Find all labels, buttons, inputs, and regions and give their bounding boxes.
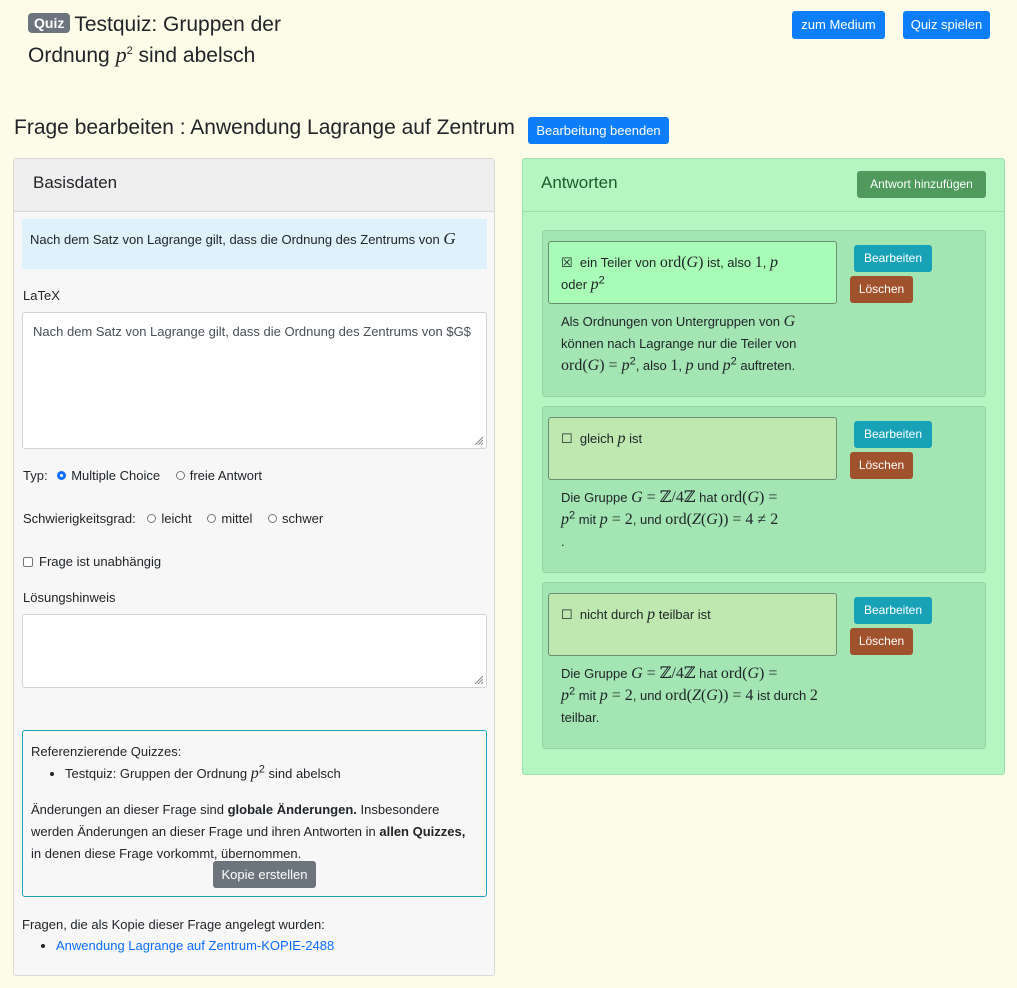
radio-icon[interactable] bbox=[175, 471, 185, 480]
type-multiple-choice[interactable]: Multiple Choice bbox=[57, 468, 160, 483]
edit-answer-button[interactable]: Bearbeiten bbox=[854, 597, 932, 624]
difficulty-row: Schwierigkeitsgrad: leicht mittel schwer bbox=[23, 511, 323, 526]
answer-item: ☐ gleich p ist Bearbeiten Löschen Die Gr… bbox=[542, 406, 986, 573]
type-free-answer[interactable]: freie Antwort bbox=[175, 468, 262, 483]
resize-handle-icon[interactable] bbox=[473, 674, 483, 684]
difficulty-easy[interactable]: leicht bbox=[147, 511, 192, 526]
radio-icon[interactable] bbox=[268, 514, 278, 523]
end-editing-button[interactable]: Bearbeitung beenden bbox=[528, 117, 669, 144]
radio-selected-icon[interactable] bbox=[57, 471, 67, 480]
question-preview: Nach dem Satz von Lagrange gilt, dass di… bbox=[22, 219, 487, 269]
type-label: Typ: bbox=[23, 468, 48, 483]
checked-box-icon: ☒ bbox=[561, 255, 573, 270]
basisdaten-header: Basisdaten bbox=[14, 159, 494, 212]
answer-explanation: Als Ordnungen von Untergruppen von G kön… bbox=[561, 313, 797, 374]
delete-answer-button[interactable]: Löschen bbox=[850, 452, 913, 479]
answer-text: ☐ gleich p ist bbox=[548, 417, 837, 480]
answers-heading: Antworten bbox=[541, 173, 618, 192]
answers-card: Antworten Antwort hinzufügen ☒ ein Teile… bbox=[522, 158, 1005, 775]
difficulty-medium[interactable]: mittel bbox=[207, 511, 252, 526]
copies-section: Fragen, die als Kopie dieser Frage angel… bbox=[22, 914, 482, 956]
add-answer-button[interactable]: Antwort hinzufügen bbox=[857, 171, 986, 198]
unchecked-box-icon: ☐ bbox=[561, 607, 573, 622]
edit-answer-button[interactable]: Bearbeiten bbox=[854, 245, 932, 272]
copy-question-link[interactable]: Anwendung Lagrange auf Zentrum-KOPIE-248… bbox=[56, 938, 334, 953]
quiz-header: Quiz Testquiz: Gruppen der Ordnung p2 sind… bbox=[28, 10, 348, 71]
copies-title: Fragen, die als Kopie dieser Frage angel… bbox=[22, 917, 325, 932]
answer-text: ☐ nicht durch p teilbar ist bbox=[548, 593, 837, 656]
ref-quiz-item: Testquiz: Gruppen der Ordnung p2 sind ab… bbox=[65, 763, 478, 785]
answer-item: ☐ nicht durch p teilbar ist Bearbeiten L… bbox=[542, 582, 986, 749]
answer-explanation: Die Gruppe G = ℤ/4ℤ hat ord(G) = p2 mit … bbox=[561, 489, 779, 549]
global-changes-notice: Änderungen an dieser Frage sind globale … bbox=[31, 802, 466, 861]
delete-answer-button[interactable]: Löschen bbox=[850, 628, 913, 655]
referencing-quizzes-box: Referenzierende Quizzes: Testquiz: Grupp… bbox=[22, 730, 487, 897]
answers-header: Antworten Antwort hinzufügen bbox=[523, 159, 1004, 212]
checkbox-icon[interactable] bbox=[23, 557, 33, 567]
hint-textarea[interactable] bbox=[22, 614, 487, 688]
type-row: Typ: Multiple Choice freie Antwort bbox=[23, 468, 262, 483]
radio-icon[interactable] bbox=[207, 514, 217, 523]
hint-label: Lösungshinweis bbox=[23, 590, 116, 605]
quiz-badge: Quiz bbox=[28, 13, 71, 33]
page-title: Frage bearbeiten : Anwendung Lagrange au… bbox=[14, 116, 515, 139]
create-copy-button[interactable]: Kopie erstellen bbox=[213, 861, 316, 888]
unchecked-box-icon: ☐ bbox=[561, 431, 573, 446]
difficulty-hard[interactable]: schwer bbox=[268, 511, 323, 526]
radio-icon[interactable] bbox=[147, 514, 157, 523]
answer-text: ☒ ein Teiler von ord(G) ist, also 1, p o… bbox=[548, 241, 837, 304]
latex-label: LaTeX bbox=[23, 288, 60, 303]
difficulty-label: Schwierigkeitsgrad: bbox=[23, 511, 136, 526]
answer-explanation: Die Gruppe G = ℤ/4ℤ hat ord(G) = p2 mit … bbox=[561, 665, 818, 725]
delete-answer-button[interactable]: Löschen bbox=[850, 276, 913, 303]
independent-checkbox-row[interactable]: Frage ist unabhängig bbox=[23, 554, 161, 569]
latex-textarea[interactable]: Nach dem Satz von Lagrange gilt, dass di… bbox=[22, 312, 487, 449]
resize-handle-icon[interactable] bbox=[473, 435, 483, 445]
basisdaten-card: Basisdaten Nach dem Satz von Lagrange gi… bbox=[13, 158, 495, 976]
ref-title: Referenzierende Quizzes: bbox=[31, 744, 182, 759]
play-quiz-button[interactable]: Quiz spielen bbox=[903, 11, 990, 39]
basisdaten-heading: Basisdaten bbox=[33, 173, 118, 192]
edit-answer-button[interactable]: Bearbeiten bbox=[854, 421, 932, 448]
to-medium-button[interactable]: zum Medium bbox=[792, 11, 885, 39]
answer-item: ☒ ein Teiler von ord(G) ist, also 1, p o… bbox=[542, 230, 986, 397]
